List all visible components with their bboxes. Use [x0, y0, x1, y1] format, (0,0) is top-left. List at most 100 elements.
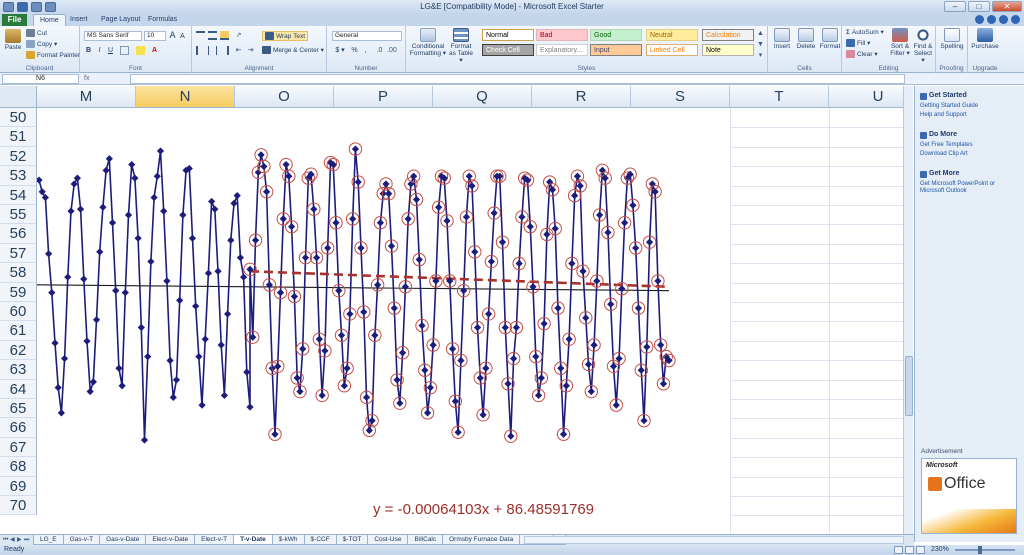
font-size-combo[interactable]: 10 [144, 31, 166, 41]
column-header-o[interactable]: O [235, 86, 334, 108]
styles-more-icon[interactable]: ▾ [756, 51, 765, 60]
sheet-tab[interactable]: Ormsby Furnace Data [442, 535, 521, 545]
cell-style-calculation[interactable]: Calculation [702, 29, 754, 41]
align-top-icon[interactable] [196, 31, 205, 40]
vertical-scrollbar[interactable] [903, 86, 913, 534]
tab-insert[interactable]: Insert [64, 14, 94, 26]
align-middle-icon[interactable] [208, 31, 217, 40]
close-button[interactable]: ✕ [992, 1, 1022, 12]
sheet-tab[interactable]: Gas-v-T [62, 535, 101, 545]
sheet-tab[interactable]: LG_E [33, 535, 64, 545]
delete-cells-button[interactable]: Delete [795, 28, 817, 50]
clear-button[interactable]: Clear ▾ [846, 50, 878, 58]
sheet-tab[interactable]: $-CCF [303, 535, 337, 545]
decrease-indent-icon[interactable]: ⇤ [234, 46, 243, 55]
column-header-m[interactable]: M [37, 86, 136, 108]
row-header-55[interactable]: 55 [0, 205, 37, 225]
copy-button[interactable]: Copy ▾ [26, 40, 57, 48]
cell-style-explanatory[interactable]: Explanatory... [536, 44, 588, 56]
vertical-scroll-thumb[interactable] [905, 356, 913, 416]
cell-style-note[interactable]: Note [702, 44, 754, 56]
insert-cells-button[interactable]: Insert [772, 28, 792, 50]
restore-workbook-icon[interactable] [999, 15, 1008, 24]
row-header-61[interactable]: 61 [0, 321, 37, 341]
row-header-50[interactable]: 50 [0, 108, 37, 128]
tab-file[interactable]: File [2, 14, 27, 26]
sheet-tab[interactable]: Gas-v-Date [99, 535, 147, 545]
conditional-formatting-button[interactable]: Conditional Formatting ▾ [409, 28, 447, 57]
fx-button[interactable]: fx [84, 74, 124, 84]
page-layout-view-icon[interactable] [905, 546, 914, 554]
align-right-icon[interactable] [220, 46, 229, 55]
row-header-56[interactable]: 56 [0, 224, 37, 244]
sheet-tab[interactable]: Elect-v-Date [145, 535, 196, 545]
autosum-button[interactable]: Σ AutoSum ▾ [846, 28, 884, 37]
row-header-64[interactable]: 64 [0, 379, 37, 399]
column-header-p[interactable]: P [334, 86, 433, 108]
currency-button[interactable]: $ ▾ [332, 46, 348, 55]
format-cells-button[interactable]: Format [819, 28, 841, 50]
column-header-q[interactable]: Q [433, 86, 532, 108]
cut-button[interactable]: Cut [26, 29, 47, 37]
styles-scroll-up-icon[interactable]: ▲ [756, 29, 765, 38]
cell-style-input[interactable]: Input [590, 44, 642, 56]
increase-indent-icon[interactable]: ⇥ [246, 46, 255, 55]
zoom-slider[interactable] [955, 549, 1015, 551]
column-header-u[interactable]: U [829, 86, 908, 108]
row-header-52[interactable]: 52 [0, 146, 37, 167]
page-break-view-icon[interactable] [916, 546, 925, 554]
merge-center-button[interactable]: Merge & Center ▾ [262, 46, 324, 54]
row-header-68[interactable]: 68 [0, 457, 37, 477]
column-header-n[interactable]: N [136, 86, 235, 108]
pane-link[interactable]: Get Free Templates [920, 142, 1020, 149]
sort-filter-button[interactable]: Sort & Filter ▾ [890, 28, 910, 57]
format-as-table-button[interactable]: Format as Table ▾ [448, 28, 474, 64]
row-header-51[interactable]: 51 [0, 127, 37, 147]
fill-color-icon[interactable] [136, 46, 145, 55]
percent-button[interactable]: % [350, 46, 359, 55]
first-sheet-icon[interactable]: ⏮ [3, 537, 9, 544]
find-select-button[interactable]: Find & Select ▾ [912, 28, 934, 64]
row-header-57[interactable]: 57 [0, 243, 37, 264]
number-format-combo[interactable]: General [332, 31, 402, 41]
zoom-level[interactable]: 230% [931, 545, 949, 555]
select-all-corner[interactable] [0, 86, 37, 108]
minimize-ribbon-icon[interactable] [975, 15, 984, 24]
cell-style-check-cell[interactable]: Check Cell [482, 44, 534, 56]
row-header-66[interactable]: 66 [0, 418, 37, 438]
decrease-decimal-icon[interactable]: .00 [387, 46, 397, 55]
tab-formulas[interactable]: Formulas [142, 14, 183, 26]
align-left-icon[interactable] [196, 46, 205, 55]
format-painter-button[interactable]: Format Painter [26, 51, 80, 59]
row-header-65[interactable]: 65 [0, 399, 37, 419]
spelling-button[interactable]: Spelling [939, 28, 965, 50]
comma-button[interactable]: , [361, 46, 370, 55]
paste-button[interactable]: Paste [3, 29, 23, 51]
tab-home[interactable]: Home [33, 14, 66, 26]
purchase-button[interactable]: Purchase [971, 28, 999, 50]
pane-link[interactable]: Getting Started Guide [920, 103, 1020, 110]
sheet-tab[interactable]: BillCalc [407, 535, 444, 545]
grow-font-button[interactable]: A [168, 31, 177, 40]
pane-link[interactable]: Help and Support [920, 112, 1020, 119]
last-sheet-icon[interactable]: ⏭ [24, 537, 30, 544]
row-header-53[interactable]: 53 [0, 166, 37, 186]
help-icon[interactable] [987, 15, 996, 24]
pane-link[interactable]: Download Clip Art [920, 151, 1020, 158]
sheet-tab[interactable]: Cost-Use [367, 535, 409, 545]
underline-button[interactable]: U [106, 46, 115, 55]
bold-button[interactable]: B [84, 46, 93, 55]
orientation-icon[interactable]: ↗ [234, 31, 243, 40]
zoom-slider-knob[interactable] [978, 546, 982, 554]
row-header-54[interactable]: 54 [0, 185, 37, 205]
shrink-font-button[interactable]: A [178, 32, 187, 41]
row-header-63[interactable]: 63 [0, 360, 37, 380]
cell-style-bad[interactable]: Bad [536, 29, 588, 41]
italic-button[interactable]: I [95, 46, 104, 55]
minimize-button[interactable]: – [944, 1, 966, 12]
row-header-59[interactable]: 59 [0, 282, 37, 302]
wrap-text-button[interactable]: Wrap Text [262, 31, 309, 41]
row-header-58[interactable]: 58 [0, 263, 37, 283]
column-header-t[interactable]: T [730, 86, 829, 108]
normal-view-icon[interactable] [894, 546, 903, 554]
